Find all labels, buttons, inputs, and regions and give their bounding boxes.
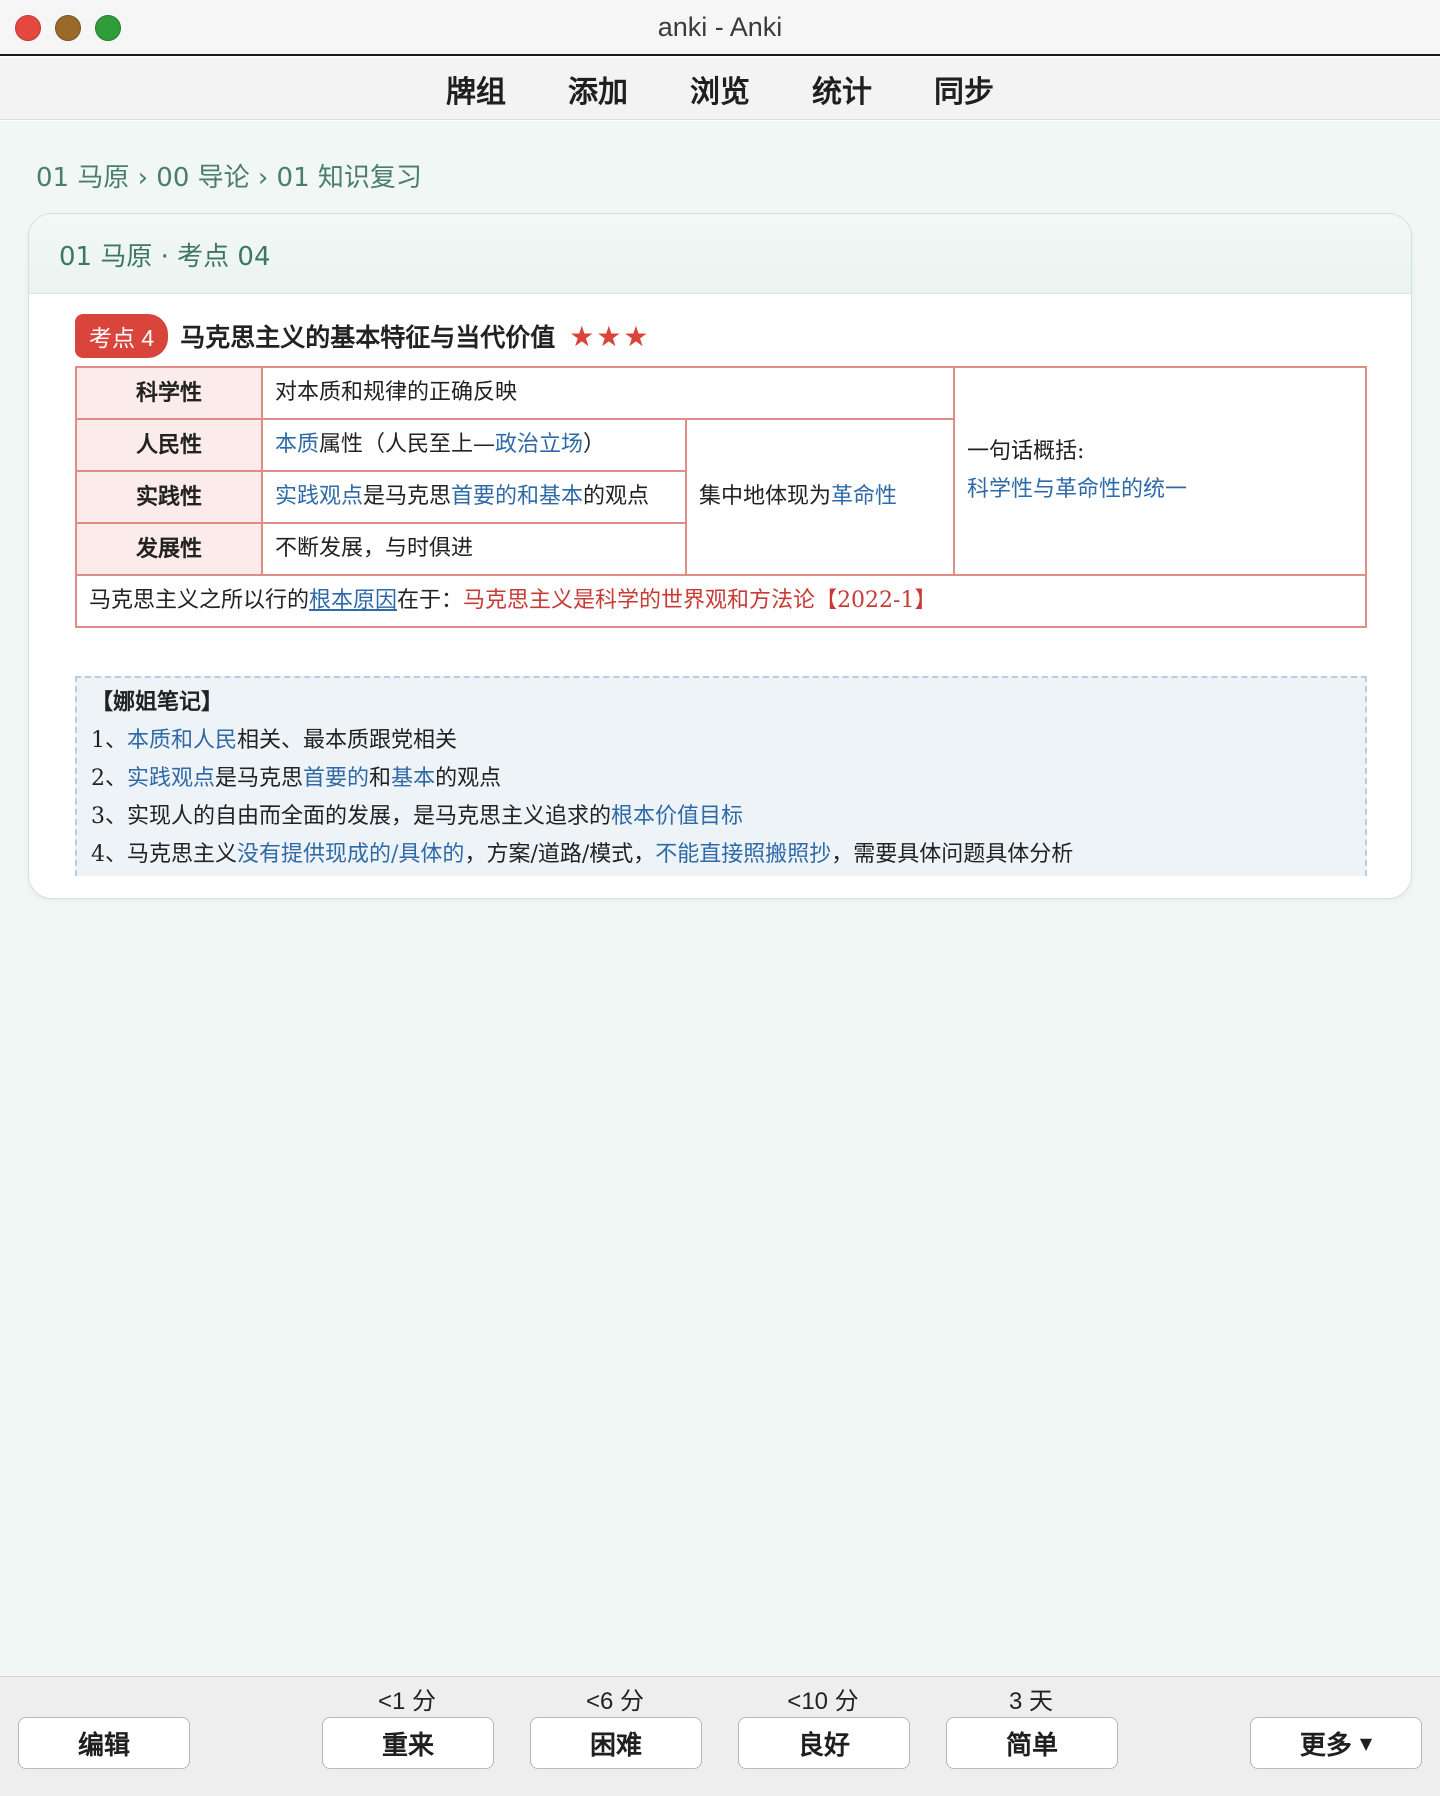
bottom-prefix: 马克思主义之所以行的 xyxy=(89,588,310,613)
desc-highlight: 本质 xyxy=(275,432,320,457)
row-label: 人民性 xyxy=(75,418,263,472)
note-text: ，需要具体问题具体分析 xyxy=(831,842,1074,867)
interval-again: <1 分 xyxy=(377,1688,437,1715)
note-text: 是马克思 xyxy=(215,766,304,791)
title-bar: anki - Anki xyxy=(0,0,1440,56)
star-rating-icon: ★★★ xyxy=(569,319,651,353)
edit-button[interactable]: 编辑 xyxy=(18,1717,190,1769)
bottom-mid: 在于： xyxy=(397,588,464,613)
note-content: 考点 4 马克思主义的基本特征与当代价值 ★★★ 科学性 对本质和规律的正确反映… xyxy=(75,314,1367,628)
note-highlight: 首要的 xyxy=(303,766,370,791)
note-number: 3、 xyxy=(91,804,127,829)
reviewer-area: 01 马原 › 00 导论 › 01 知识复习 01 马原 · 考点 04 考点… xyxy=(0,121,1440,1676)
note-text: ，方案/道路/模式， xyxy=(464,842,656,867)
again-button[interactable]: 重来 xyxy=(322,1717,494,1769)
note-highlight: 不能直接照搬照抄 xyxy=(655,842,832,867)
note-text: 实现人的自由而全面的发展，是马克思主义追求的 xyxy=(127,804,612,829)
note-highlight: 实践观点 xyxy=(127,766,216,791)
row-desc: 对本质和规律的正确反映 xyxy=(261,366,955,420)
note-highlight: 本质和人民 xyxy=(127,728,238,753)
nav-browse[interactable]: 浏览 xyxy=(688,67,752,111)
desc-highlight: 实践观点 xyxy=(275,484,364,509)
note-line: 2、实践观点是马克思首要的和基本的观点 xyxy=(91,760,1351,798)
key-point-badge: 考点 4 xyxy=(75,314,169,358)
nav-sync[interactable]: 同步 xyxy=(932,67,996,111)
note-line: 1、本质和人民相关、最本质跟党相关 xyxy=(91,722,1351,760)
middle-text: 集中地体现为 xyxy=(699,484,832,509)
bottom-highlight: 马克思主义是科学的世界观和方法论 xyxy=(463,588,816,613)
summary-text: 科学性与革命性的统一 xyxy=(967,477,1188,502)
desc-text: ） xyxy=(583,432,606,457)
more-label: 更多 xyxy=(1299,1730,1352,1761)
notes-title: 【娜姐笔记】 xyxy=(91,689,224,715)
row-desc: 实践观点是马克思首要的和基本的观点 xyxy=(261,470,687,524)
interval-good: <10 分 xyxy=(787,1688,859,1715)
nav-decks[interactable]: 牌组 xyxy=(444,67,508,111)
note-number: 1、 xyxy=(91,728,127,753)
note-highlight: 基本 xyxy=(391,766,436,791)
nav-add[interactable]: 添加 xyxy=(566,67,630,111)
revolutionary-cell: 集中地体现为革命性 xyxy=(685,418,955,576)
desc-highlight: 政治立场 xyxy=(495,432,584,457)
note-text: 马克思主义 xyxy=(127,842,238,867)
desc-text: 属性（人民至上— xyxy=(319,432,496,457)
window-title: anki - Anki xyxy=(657,12,783,42)
review-card: 01 马原 · 考点 04 考点 4 马克思主义的基本特征与当代价值 ★★★ 科… xyxy=(28,213,1412,899)
row-desc: 本质属性（人民至上—政治立场） xyxy=(261,418,687,472)
desc-highlight: 首要的和基本 xyxy=(451,484,584,509)
chevron-down-icon: ▼ xyxy=(1359,1733,1373,1753)
interval-easy: 3 天 xyxy=(1008,1688,1053,1715)
summary-label: 一句话概括: xyxy=(967,439,1085,464)
nav-stats[interactable]: 统计 xyxy=(810,67,874,111)
table-row: 马克思主义之所以行的根本原因在于：马克思主义是科学的世界观和方法论【2022-1… xyxy=(75,574,1367,628)
summary-cell: 一句话概括: 科学性与革命性的统一 xyxy=(953,366,1367,576)
note-line: 4、马克思主义没有提供现成的/具体的，方案/道路/模式，不能直接照搬照抄，需要具… xyxy=(91,836,1351,874)
good-button[interactable]: 良好 xyxy=(738,1717,910,1769)
top-toolbar: 牌组 添加 浏览 统计 同步 xyxy=(0,58,1440,120)
desc-text: 的观点 xyxy=(583,484,650,509)
exam-tag: 【2022-1】 xyxy=(815,588,937,613)
desc-text: 是马克思 xyxy=(363,484,452,509)
hard-button[interactable]: 困难 xyxy=(530,1717,702,1769)
feature-table: 科学性 对本质和规律的正确反映 一句话概括: 科学性与革命性的统一 人民性 本质… xyxy=(75,366,1367,628)
breadcrumb: 01 马原 › 00 导论 › 01 知识复习 xyxy=(36,163,422,193)
root-cause-cell: 马克思主义之所以行的根本原因在于：马克思主义是科学的世界观和方法论【2022-1… xyxy=(75,574,1367,628)
note-highlight: 根本价值目标 xyxy=(611,804,744,829)
note-text: 的观点 xyxy=(435,766,502,791)
key-point-heading: 考点 4 马克思主义的基本特征与当代价值 ★★★ xyxy=(75,314,1367,358)
row-desc: 不断发展，与时俱进 xyxy=(261,522,687,576)
row-label: 发展性 xyxy=(75,522,263,576)
note-highlight: 没有提供现成的/具体的 xyxy=(237,842,465,867)
note-line: 3、实现人的自由而全面的发展，是马克思主义追求的根本价值目标 xyxy=(91,798,1351,836)
note-text: 和 xyxy=(369,766,392,791)
more-button[interactable]: 更多 ▼ xyxy=(1250,1717,1422,1769)
row-label: 实践性 xyxy=(75,470,263,524)
note-number: 4、 xyxy=(91,842,127,867)
key-point-title: 马克思主义的基本特征与当代价值 xyxy=(180,323,556,352)
interval-hard: <6 分 xyxy=(585,1688,645,1715)
note-number: 2、 xyxy=(91,766,127,791)
notes-box: 【娜姐笔记】 1、本质和人民相关、最本质跟党相关 2、实践观点是马克思首要的和基… xyxy=(75,676,1367,876)
root-cause-link[interactable]: 根本原因 xyxy=(309,588,397,613)
row-label: 科学性 xyxy=(75,366,263,420)
table-row: 科学性 对本质和规律的正确反映 一句话概括: 科学性与革命性的统一 xyxy=(75,366,1367,576)
note-text: 相关、最本质跟党相关 xyxy=(237,728,458,753)
card-header: 01 马原 · 考点 04 xyxy=(29,214,1411,294)
answer-bar: 编辑 <1 分 重来 <6 分 困难 <10 分 良好 3 天 简单 更多 ▼ xyxy=(0,1676,1440,1796)
middle-highlight: 革命性 xyxy=(831,484,898,509)
easy-button[interactable]: 简单 xyxy=(946,1717,1118,1769)
